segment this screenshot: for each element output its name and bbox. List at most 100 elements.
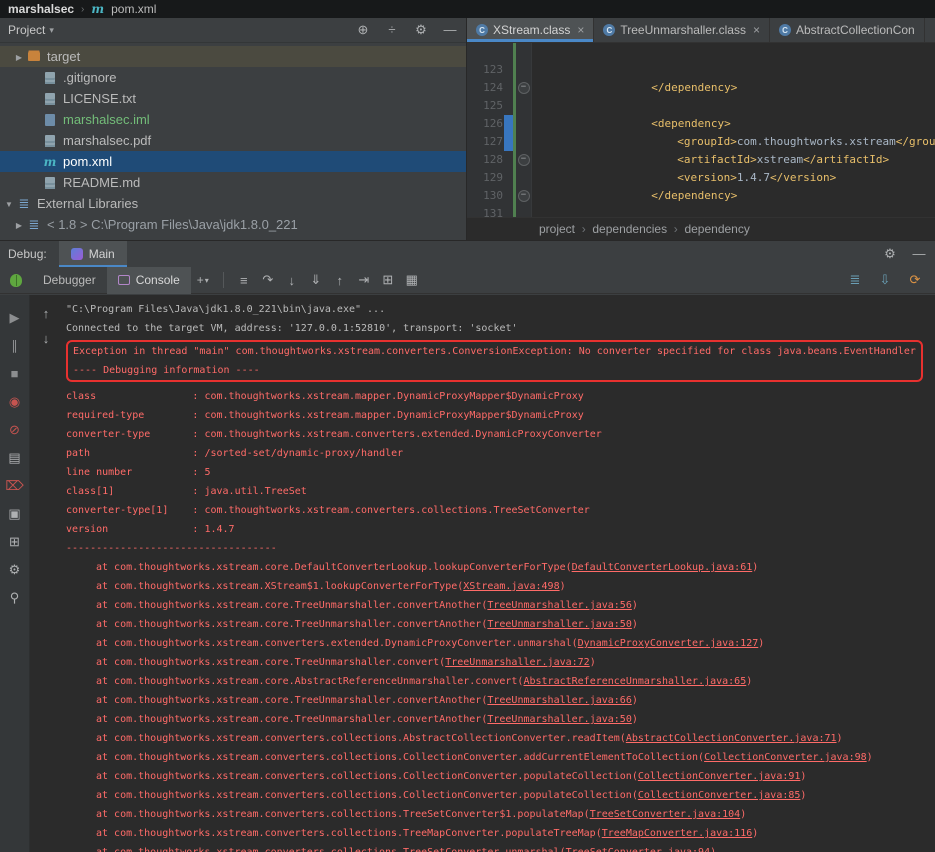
debug-info-line: converter-type[1] : com.thoughtworks.xst… — [66, 501, 931, 520]
close-tab-icon[interactable]: × — [753, 23, 760, 37]
settings-gear-icon[interactable]: ⚙ — [882, 246, 898, 262]
stack-trace-link[interactable]: CollectionConverter.java:85 — [638, 790, 801, 801]
fold-marker-icon[interactable] — [516, 97, 532, 115]
fold-marker-icon[interactable] — [516, 79, 532, 97]
project-breadcrumb[interactable]: marshalsec — [8, 2, 74, 16]
tree-item[interactable]: External Libraries — [0, 193, 466, 214]
file-breadcrumb[interactable]: pom.xml — [111, 2, 156, 16]
step-out-icon[interactable]: ↑ — [328, 270, 352, 290]
code-line[interactable]: 125 <groupId>com.thoughtworks.xstream</g… — [467, 97, 935, 115]
project-panel-title[interactable]: Project — [8, 23, 45, 37]
view-breakpoints-icon[interactable]: ◉ — [6, 393, 24, 410]
stack-trace-link[interactable]: TreeUnmarshaller.java:50 — [487, 619, 632, 630]
soft-wrap-icon[interactable]: ≣ — [843, 270, 867, 290]
editor-tab[interactable]: XStream.class × — [467, 18, 594, 42]
stack-trace-link[interactable]: CollectionConverter.java:98 — [704, 752, 867, 763]
stack-trace-link[interactable]: TreeUnmarshaller.java:56 — [487, 600, 632, 611]
clear-console-icon[interactable]: ⌦ — [6, 477, 24, 494]
expand-arrow-icon[interactable] — [12, 52, 26, 62]
code-editor[interactable]: </dependency> 123 124 — [467, 43, 935, 217]
pause-program-icon[interactable]: ∥ — [6, 337, 24, 354]
add-tab-icon[interactable]: + — [197, 273, 204, 287]
scroll-to-end-icon[interactable]: ⇩ — [873, 270, 897, 290]
tree-item[interactable]: README.md — [0, 172, 466, 193]
view-layout-icon[interactable]: ⊞ — [376, 270, 400, 290]
rerun-icon[interactable]: ⟳ — [903, 270, 927, 290]
chevron-down-icon[interactable]: ▾ — [205, 276, 209, 285]
editor-tab[interactable]: TreeUnmarshaller.class × — [594, 18, 770, 42]
fold-marker-icon[interactable] — [516, 115, 532, 133]
view-options-icon[interactable]: ≡ — [232, 270, 256, 290]
stack-trace-link[interactable]: DefaultConverterLookup.java:61 — [572, 562, 753, 573]
editor-tab[interactable]: AbstractCollectionCon × — [770, 18, 925, 42]
pin-tab-icon[interactable]: ⚲ — [6, 589, 24, 606]
settings-gear-icon[interactable]: ⚙ — [413, 22, 429, 38]
stack-trace-text: ) — [740, 809, 746, 820]
debug-view-tab[interactable]: Console — [107, 267, 191, 294]
up-stack-trace-icon[interactable]: ↑ — [37, 305, 55, 321]
force-step-into-icon[interactable]: ⇓ — [304, 270, 328, 290]
tree-item-label: marshalsec.iml — [63, 112, 150, 127]
stack-trace-link[interactable]: TreeMapConverter.java:116 — [602, 828, 753, 839]
code-line[interactable]: 131 <groupId>com.fasterxml.jackson.core<… — [467, 205, 935, 217]
step-over-icon[interactable]: ↷ — [256, 270, 280, 290]
code-line[interactable]: 130 <dependency> — [467, 187, 935, 205]
breadcrumb-item[interactable]: dependencies — [575, 222, 667, 236]
step-into-icon[interactable]: ↓ — [280, 270, 304, 290]
run-to-cursor-icon[interactable]: ⇥ — [352, 270, 376, 290]
stack-trace-link[interactable]: DynamicProxyConverter.java:127 — [578, 638, 759, 649]
fold-marker-icon[interactable] — [516, 61, 532, 79]
evaluate-expression-icon[interactable]: ▦ — [400, 270, 424, 290]
code-line[interactable]: </dependency> — [467, 43, 935, 61]
close-tab-icon[interactable]: × — [577, 23, 584, 37]
console-output[interactable]: "C:\Program Files\Java\jdk1.8.0_221\bin\… — [62, 295, 935, 852]
restore-layout-icon[interactable]: ⊞ — [6, 533, 24, 550]
code-line[interactable]: 123 — [467, 61, 935, 79]
stack-trace-link[interactable]: XStream.java:498 — [463, 581, 559, 592]
fold-marker-icon[interactable] — [516, 169, 532, 187]
code-line[interactable]: 126 <artifactId>xstream</artifactId> — [467, 115, 935, 133]
stop-program-icon[interactable]: ■ — [6, 365, 24, 382]
project-panel-header: Project ▾ ⊕ ÷ ⚙ ― — [0, 18, 466, 43]
fold-marker-icon[interactable] — [516, 133, 532, 151]
fold-marker-icon[interactable] — [516, 43, 532, 61]
expand-arrow-icon[interactable] — [2, 199, 16, 209]
resume-program-icon[interactable]: ▶ — [6, 309, 24, 326]
chevron-down-icon[interactable]: ▾ — [49, 25, 54, 36]
breadcrumb-item[interactable]: project — [539, 222, 575, 236]
hide-panel-icon[interactable]: ― — [442, 22, 458, 38]
stack-trace-link[interactable]: TreeSetConverter.java:94 — [566, 847, 711, 852]
expand-arrow-icon[interactable] — [12, 220, 26, 230]
tree-item[interactable]: marshalsec.pdf — [0, 130, 466, 151]
locate-file-icon[interactable]: ⊕ — [355, 22, 371, 38]
thread-dump-icon[interactable]: ▣ — [6, 505, 24, 522]
down-stack-trace-icon[interactable]: ↓ — [37, 330, 55, 346]
project-panel: Project ▾ ⊕ ÷ ⚙ ― target .gitignore — [0, 18, 467, 240]
stack-trace-link[interactable]: TreeUnmarshaller.java:50 — [487, 714, 632, 725]
debug-view-tab[interactable]: Debugger — [32, 267, 107, 294]
stack-trace-link[interactable]: AbstractCollectionConverter.java:71 — [626, 733, 837, 744]
breadcrumb-item[interactable]: dependency — [667, 222, 750, 236]
stack-trace-link[interactable]: TreeSetConverter.java:104 — [590, 809, 741, 820]
stack-trace-link[interactable]: AbstractReferenceUnmarshaller.java:65 — [523, 676, 746, 687]
tree-item[interactable]: .gitignore — [0, 67, 466, 88]
mute-breakpoints-icon[interactable]: ⊘ — [6, 421, 24, 438]
tree-item[interactable]: target — [0, 46, 466, 67]
print-icon[interactable]: ▤ — [6, 449, 24, 466]
code-line-text: <groupId>com.thoughtworks.xstream</group… — [532, 97, 935, 115]
stack-trace-link[interactable]: CollectionConverter.java:91 — [638, 771, 801, 782]
stack-trace-link[interactable]: TreeUnmarshaller.java:66 — [487, 695, 632, 706]
tree-item[interactable]: LICENSE.txt — [0, 88, 466, 109]
fold-marker-icon[interactable] — [516, 187, 532, 205]
stack-trace-link[interactable]: TreeUnmarshaller.java:72 — [445, 657, 590, 668]
fold-marker-icon[interactable] — [516, 151, 532, 169]
hide-panel-icon[interactable]: ― — [911, 246, 927, 262]
collapse-all-icon[interactable]: ÷ — [384, 22, 400, 38]
tree-item[interactable]: < 1.8 > C:\Program Files\Java\jdk1.8.0_2… — [0, 214, 466, 235]
settings-gear-icon[interactable]: ⚙ — [6, 561, 24, 578]
tree-item[interactable]: pom.xml — [0, 151, 466, 172]
debug-session-tab[interactable]: Main — [59, 241, 127, 267]
fold-marker-icon[interactable] — [516, 205, 532, 217]
code-line[interactable]: 124 <dependency> — [467, 79, 935, 97]
tree-item[interactable]: marshalsec.iml — [0, 109, 466, 130]
